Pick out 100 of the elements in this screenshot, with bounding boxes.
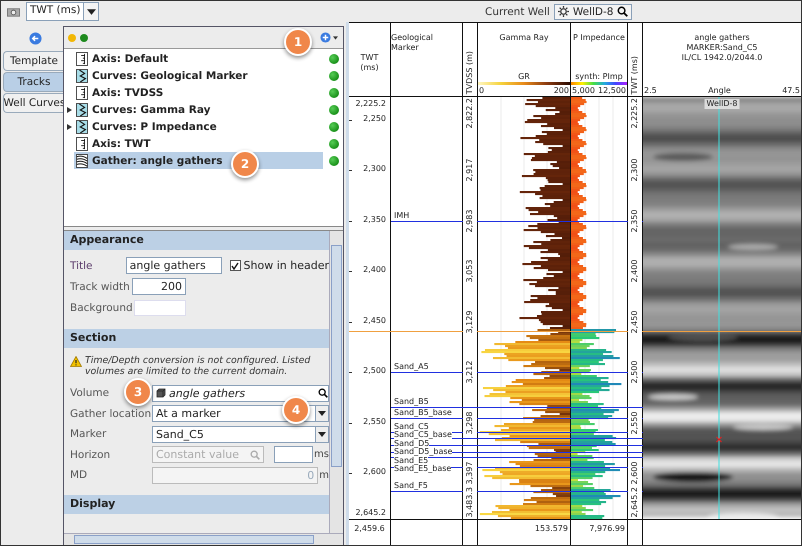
field-label: Marker bbox=[70, 428, 106, 440]
warning-icon bbox=[70, 356, 82, 367]
axis-tick-label: 3,483.3 bbox=[463, 487, 477, 518]
track-item[interactable]: Curves: Gamma Ray bbox=[74, 101, 323, 118]
axis-tick-label: 2,600 bbox=[628, 462, 642, 485]
section-heading: Display bbox=[64, 494, 329, 514]
axis-tick-label: 2,550 bbox=[628, 411, 642, 434]
marker-label: Sand_F5 bbox=[394, 482, 428, 490]
section-heading: Appearance bbox=[64, 231, 329, 250]
track-item[interactable]: Curves: P Impedance bbox=[74, 118, 323, 135]
axis-tick-label: 2,645.2 bbox=[628, 487, 642, 518]
dropdown-arrow-icon bbox=[318, 432, 326, 437]
well-name-label: WellD-8 bbox=[704, 99, 740, 109]
side-tab[interactable]: Template bbox=[2, 51, 64, 71]
gear-icon bbox=[558, 6, 569, 17]
cursor-readout: 7,976.99 bbox=[589, 524, 625, 533]
column-header: TVDSS (m) bbox=[464, 50, 475, 94]
dropdown-arrow-icon bbox=[318, 411, 326, 416]
marker-label: Sand_E5 bbox=[394, 456, 428, 465]
status-dot-icon bbox=[80, 34, 88, 42]
axis-tick-label: 2,500 bbox=[628, 360, 642, 384]
track-width-field[interactable]: 200 bbox=[132, 278, 186, 295]
track-item[interactable]: Axis: TWT bbox=[74, 135, 323, 152]
axis-tick-label: 2,400 bbox=[363, 265, 386, 276]
status-dot-icon bbox=[329, 54, 339, 64]
gather-icon bbox=[76, 154, 88, 168]
status-dot-icon bbox=[329, 104, 339, 114]
field-label: Volume bbox=[70, 387, 110, 400]
current-well-label: Current Well bbox=[485, 6, 550, 18]
marker-label: Sand_B5_base bbox=[394, 408, 452, 417]
title-field[interactable]: angle gathers bbox=[126, 257, 222, 274]
search-icon bbox=[617, 6, 628, 17]
status-dot-icon bbox=[329, 122, 339, 132]
unit-label: ms bbox=[313, 449, 329, 460]
expand-arrow-icon[interactable] bbox=[66, 124, 72, 130]
add-button[interactable] bbox=[319, 31, 339, 44]
horizon-value-field[interactable] bbox=[274, 446, 314, 464]
column-header: TWT (ms) bbox=[359, 53, 380, 73]
scale-max: 12,500 bbox=[598, 85, 626, 96]
search-icon bbox=[318, 388, 328, 398]
axis-tick-label: 2,645.2 bbox=[355, 508, 386, 518]
domain-dropdown[interactable]: TWT (ms) bbox=[26, 2, 99, 21]
field-label: Background bbox=[70, 302, 132, 314]
camera-icon[interactable] bbox=[7, 6, 20, 16]
search-icon bbox=[250, 450, 260, 460]
side-tab[interactable]: Tracks bbox=[2, 72, 64, 92]
axis-tick-label: 2,983 bbox=[463, 209, 477, 232]
scale-max: 200 bbox=[554, 85, 569, 96]
axis-tick-label: 2,350 bbox=[363, 214, 386, 225]
unit-label: m bbox=[318, 470, 329, 481]
scale-min: 5,000 bbox=[572, 85, 595, 96]
expand-arrow-icon[interactable] bbox=[66, 106, 72, 112]
current-well-field[interactable]: WellD-8 bbox=[554, 4, 632, 20]
cursor-readout: 2,459.6 bbox=[354, 524, 385, 533]
track-item[interactable]: Axis: TVDSS bbox=[74, 84, 323, 101]
column-header: TWT (ms) bbox=[629, 56, 640, 94]
color-swatch[interactable] bbox=[134, 300, 186, 316]
curve-track-icon bbox=[76, 68, 88, 82]
axis-icon bbox=[76, 136, 88, 150]
header-subtitle: IL/CL 1942.0/2044.0 bbox=[682, 53, 762, 63]
plus-icon bbox=[320, 32, 331, 43]
track-item[interactable]: Curves: Geological Marker bbox=[74, 67, 323, 84]
axis-label: Angle bbox=[708, 85, 731, 96]
axis-icon bbox=[76, 52, 88, 66]
scale-min: 0 bbox=[479, 85, 484, 96]
marker-label: Sand_E5_base bbox=[394, 465, 452, 474]
axis-tick-label: 3,212 bbox=[463, 360, 477, 384]
axis-tick-label: 3,129 bbox=[463, 310, 477, 334]
back-arrow-icon[interactable] bbox=[28, 32, 42, 45]
marker-label: Sand_D5 bbox=[394, 440, 430, 448]
curve-name: synth: PImp bbox=[575, 72, 623, 82]
scale-max: 47.5 bbox=[782, 85, 800, 96]
axis-tick-label: 3,298 bbox=[463, 411, 477, 434]
warning-text: Time/Depth conversion is not configured. Listed volumes are limited to the current domain. bbox=[85, 355, 312, 377]
header-subtitle: MARKER:Sand_C5 bbox=[686, 43, 758, 53]
axis-tick-label: 2,350 bbox=[628, 209, 642, 232]
column-header: Gamma Ray bbox=[499, 33, 549, 43]
curve-track-icon bbox=[76, 120, 88, 134]
status-dot-icon bbox=[329, 138, 339, 148]
marker-label: IMH bbox=[394, 212, 410, 220]
horizontal-scrollbar[interactable] bbox=[64, 533, 343, 545]
scale-min: 2.5 bbox=[644, 85, 657, 96]
marker-dropdown[interactable]: Sand_C5 bbox=[152, 426, 329, 443]
axis-tick-label: 3,397 bbox=[463, 462, 477, 485]
checkbox[interactable] bbox=[230, 260, 241, 271]
field-label: Horizon bbox=[70, 448, 110, 461]
marker-label: Sand_A5 bbox=[394, 363, 429, 372]
axis-tick-label: 2,250 bbox=[363, 114, 386, 124]
field-label: Title bbox=[70, 260, 94, 272]
vertical-scrollbar[interactable] bbox=[329, 231, 343, 533]
axis-tick-label: 2,550 bbox=[363, 416, 386, 427]
marker-label: Sand_C5_base bbox=[394, 431, 452, 440]
caret-icon bbox=[333, 36, 338, 40]
status-dot-icon bbox=[68, 34, 76, 42]
axis-tick-label: 2,300 bbox=[363, 164, 386, 174]
curve-track-icon bbox=[76, 102, 88, 116]
column-header: Geological Marker bbox=[391, 33, 434, 53]
checkbox-label: Show in header bbox=[244, 259, 329, 272]
volume-field[interactable]: angle gathers bbox=[152, 384, 329, 402]
marker-label: Sand_D5_base bbox=[394, 448, 452, 456]
